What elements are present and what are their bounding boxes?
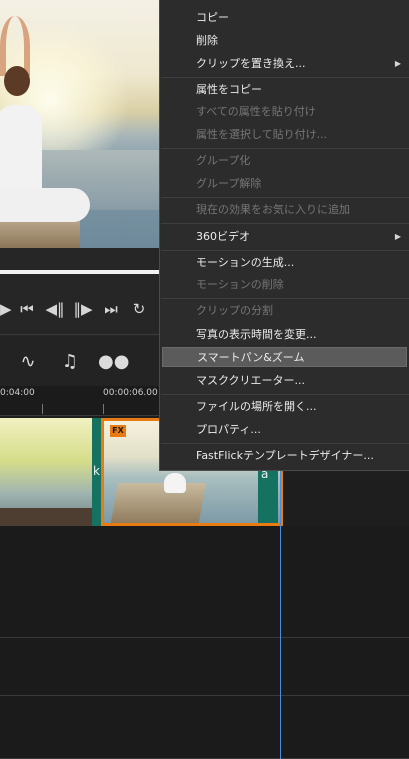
menu-item-copy[interactable]: コピー [160,8,409,28]
menu-item-label: グループ解除 [196,177,262,190]
menu-separator [161,394,409,395]
menu-item-label: FastFlickテンプレートデザイナー... [196,449,374,462]
seek-bar[interactable] [0,270,160,274]
menu-item-ungroup[interactable]: グループ解除 [160,174,409,194]
play-icon[interactable]: ▶ [0,292,12,326]
video-preview [0,0,160,248]
menu-separator [161,443,409,444]
menu-item-open-file-location[interactable]: ファイルの場所を開く... [160,397,409,417]
menu-item-remove-motion[interactable]: モーションの削除 [160,275,409,295]
menu-item-mask-creator[interactable]: マスククリエーター... [160,371,409,391]
menu-item-360-video[interactable]: 360ビデオ ▶ [160,227,409,247]
submenu-arrow-icon: ▶ [394,232,401,241]
menu-item-generate-motion[interactable]: モーションの生成... [160,253,409,273]
menu-item-label: モーションの生成... [196,256,295,269]
next-frame-icon[interactable]: ‖▶ [72,292,94,326]
circles-icon[interactable]: ●● [98,351,129,372]
ruler-tick-label: 0:04:00 [0,388,35,398]
fx-badge: FX [110,425,126,437]
menu-item-label: モーションの削除 [196,278,284,291]
person-legs [0,188,90,222]
prev-frame-icon[interactable]: ◀‖ [44,292,66,326]
menu-item-replace-clip[interactable]: クリップを置き換え... ▶ [160,54,409,74]
clip-pier [110,483,206,523]
menu-item-label: 属性をコピー [196,83,262,96]
menu-item-fastflick-template-designer[interactable]: FastFlickテンプレートデザイナー... [160,446,409,466]
clip-ground [0,508,92,526]
ruler-tick [42,404,43,414]
menu-item-add-effect-favorite[interactable]: 現在の効果をお気に入りに追加 [160,200,409,220]
menu-separator [161,298,409,299]
menu-item-label: コピー [196,11,229,24]
menu-item-label: プロパティ... [196,423,261,436]
context-menu: コピー 削除 クリップを置き換え... ▶ 属性をコピー すべての属性を貼り付け … [159,0,409,471]
menu-item-label: ファイルの場所を開く... [196,400,317,413]
menu-separator [161,250,409,251]
person-head [4,66,30,96]
menu-item-label: すべての属性を貼り付け [196,105,316,118]
menu-item-copy-attributes[interactable]: 属性をコピー [160,80,409,100]
submenu-arrow-icon: ▶ [394,59,401,68]
menu-item-group[interactable]: グループ化 [160,151,409,171]
menu-item-label: グループ化 [196,154,251,167]
menu-item-label: 属性を選択して貼り付け... [196,128,328,141]
player-controls: ▶ ⏮ ◀‖ ‖▶ ⏭ ↻ [0,292,160,326]
timeline-ruler[interactable]: 0:04:00 00:00:06.00 [0,386,160,416]
menu-item-change-photo-duration[interactable]: 写真の表示時間を変更... [160,325,409,345]
clip-figure [164,473,186,493]
menu-item-delete[interactable]: 削除 [160,31,409,51]
skip-forward-icon[interactable]: ⏭ [100,292,122,326]
audio-wave-icon[interactable]: ∿ [14,351,42,372]
menu-item-paste-all-attributes[interactable]: すべての属性を貼り付け [160,102,409,122]
menu-separator [161,223,409,224]
menu-item-label: 360ビデオ [196,230,250,243]
menu-separator [161,197,409,198]
skip-back-icon[interactable]: ⏮ [16,292,38,326]
timeline-track[interactable] [0,526,409,638]
menu-item-smart-pan-zoom[interactable]: スマートパン&ズーム [162,347,407,367]
menu-item-label: 写真の表示時間を変更... [196,328,317,341]
menu-item-paste-selected-attributes[interactable]: 属性を選択して貼り付け... [160,125,409,145]
menu-item-label: 現在の効果をお気に入りに追加 [196,203,350,216]
clip-title: k [93,464,100,478]
video-clip[interactable] [0,418,92,526]
menu-item-properties[interactable]: プロパティ... [160,420,409,440]
timeline-track[interactable] [0,696,409,759]
person-body [0,105,42,200]
menu-item-split-clip[interactable]: クリップの分割 [160,301,409,321]
ruler-tick [103,404,104,414]
clip-edge[interactable]: k [92,418,101,526]
menu-item-label: クリップの分割 [196,304,273,317]
menu-item-label: マスククリエーター... [196,374,306,387]
divider [0,334,160,335]
menu-item-label: クリップを置き換え... [196,57,306,70]
repeat-icon[interactable]: ↻ [128,292,150,326]
menu-item-label: 削除 [196,34,218,47]
ruler-tick-label: 00:00:06.00 [103,388,158,398]
menu-separator [161,77,409,78]
timeline-toolbar: ∿ ♫ ●● [0,336,160,386]
timeline-track[interactable] [0,638,409,696]
menu-item-label: スマートパン&ズーム [197,351,305,364]
music-note-icon[interactable]: ♫ [56,351,84,372]
menu-separator [161,148,409,149]
